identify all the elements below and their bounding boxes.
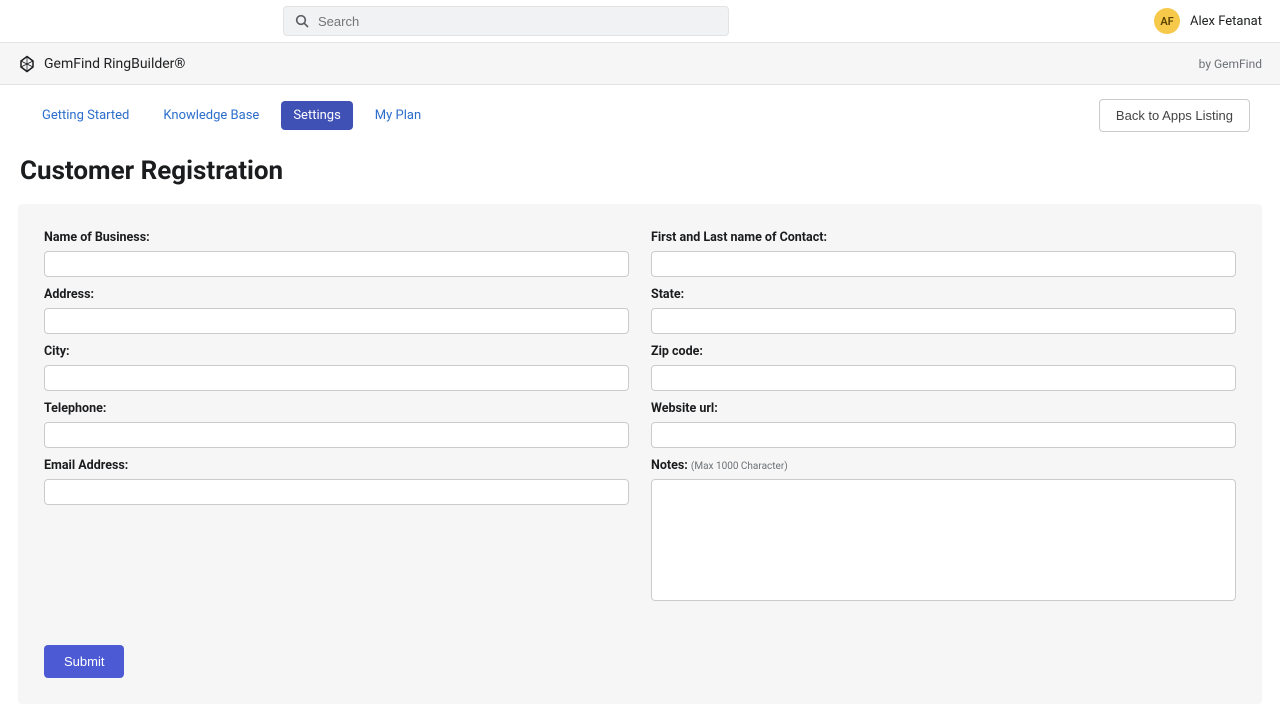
input-city[interactable]: [44, 365, 629, 391]
label-telephone: Telephone:: [44, 401, 629, 416]
label-website: Website url:: [651, 401, 1236, 416]
label-notes: Notes: (Max 1000 Character): [651, 458, 1236, 473]
label-state: State:: [651, 287, 1236, 302]
nav-row: Getting Started Knowledge Base Settings …: [0, 85, 1280, 142]
tab-getting-started[interactable]: Getting Started: [30, 101, 141, 130]
by-text: by GemFind: [1199, 57, 1262, 71]
form-left-column: Name of Business: Address: City: Telepho…: [44, 230, 629, 678]
input-business[interactable]: [44, 251, 629, 277]
label-contact: First and Last name of Contact:: [651, 230, 1236, 245]
top-bar: AF Alex Fetanat: [0, 0, 1280, 43]
input-contact[interactable]: [651, 251, 1236, 277]
user-name: Alex Fetanat: [1190, 14, 1262, 29]
label-zip: Zip code:: [651, 344, 1236, 359]
input-zip[interactable]: [651, 365, 1236, 391]
tab-my-plan[interactable]: My Plan: [363, 101, 433, 130]
tab-settings[interactable]: Settings: [281, 101, 352, 130]
page-title: Customer Registration: [20, 156, 1280, 186]
input-email[interactable]: [44, 479, 629, 505]
form-right-column: First and Last name of Contact: State: Z…: [651, 230, 1236, 678]
search-input[interactable]: [318, 14, 718, 29]
form-panel: Name of Business: Address: City: Telepho…: [18, 204, 1262, 704]
input-state[interactable]: [651, 308, 1236, 334]
label-email: Email Address:: [44, 458, 629, 473]
search-field[interactable]: [283, 6, 729, 36]
label-business: Name of Business:: [44, 230, 629, 245]
input-notes[interactable]: [651, 479, 1236, 601]
input-website[interactable]: [651, 422, 1236, 448]
tab-knowledge-base[interactable]: Knowledge Base: [151, 101, 271, 130]
app-bar: GemFind RingBuilder® by GemFind: [0, 43, 1280, 85]
app-logo-icon: [18, 55, 36, 73]
input-address[interactable]: [44, 308, 629, 334]
label-city: City:: [44, 344, 629, 359]
notes-hint: (Max 1000 Character): [691, 461, 788, 472]
input-telephone[interactable]: [44, 422, 629, 448]
label-address: Address:: [44, 287, 629, 302]
app-title: GemFind RingBuilder®: [44, 56, 185, 72]
avatar[interactable]: AF: [1154, 8, 1180, 34]
submit-button[interactable]: Submit: [44, 645, 124, 678]
back-to-apps-button[interactable]: Back to Apps Listing: [1099, 99, 1250, 132]
search-icon: [294, 13, 310, 29]
